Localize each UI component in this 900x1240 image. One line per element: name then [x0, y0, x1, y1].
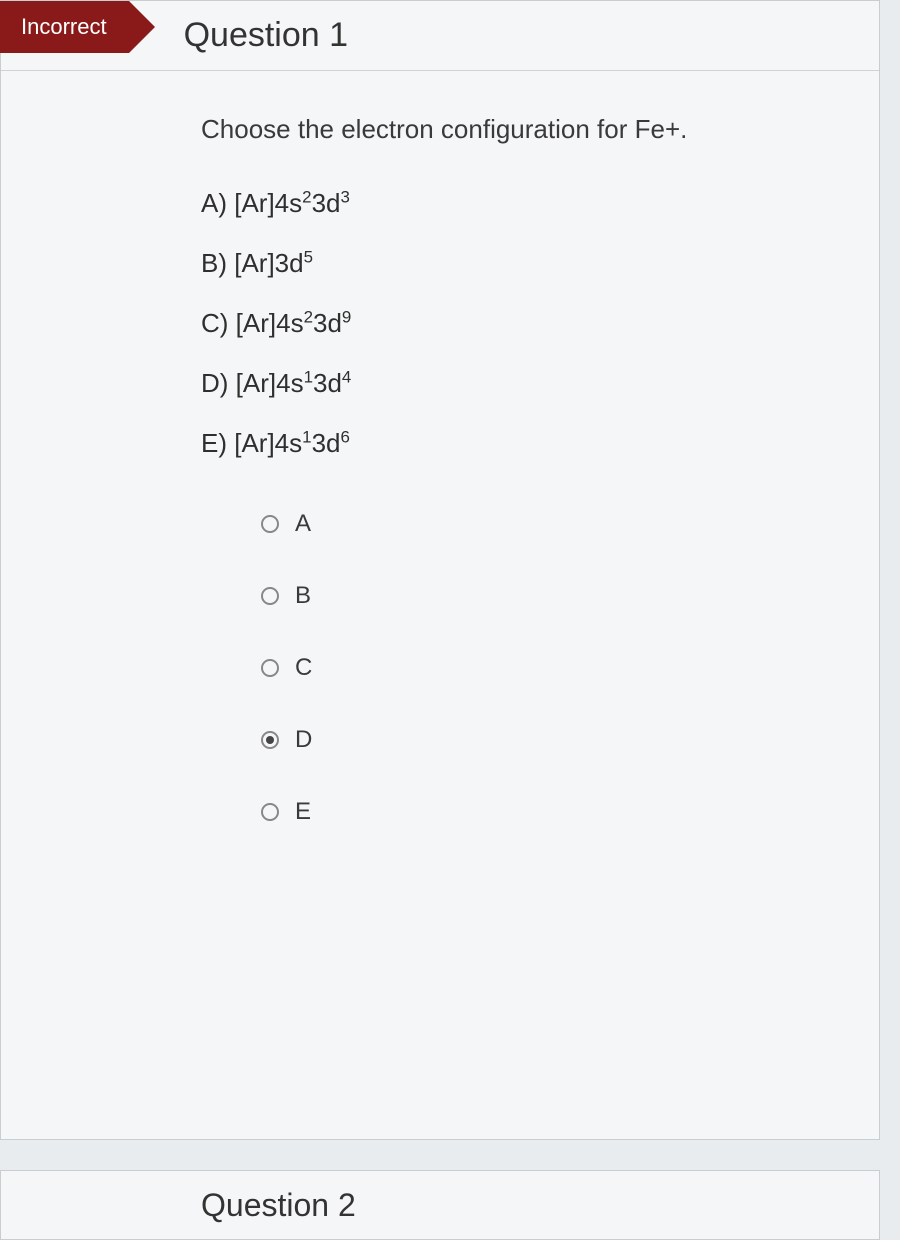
- status-badge: Incorrect: [0, 1, 129, 53]
- option-text-c: C) [Ar]4s23d9: [201, 307, 839, 341]
- question-header: Incorrect Question 1: [1, 1, 879, 71]
- answer-label: D: [295, 726, 312, 754]
- next-question-title: Question 2: [201, 1187, 356, 1224]
- option-config: [Ar]4s13d6: [234, 428, 350, 458]
- option-letter: A): [201, 188, 234, 218]
- answer-label: E: [295, 798, 311, 826]
- option-text-b: B) [Ar]3d5: [201, 247, 839, 281]
- question-body: Choose the electron configuration for Fe…: [1, 71, 879, 900]
- radio-icon[interactable]: [261, 731, 279, 749]
- answer-choice-c[interactable]: C: [261, 654, 839, 682]
- question-title: Question 1: [184, 16, 348, 55]
- answer-label: C: [295, 654, 312, 682]
- option-config: [Ar]4s23d3: [234, 188, 350, 218]
- answer-choice-d[interactable]: D: [261, 726, 839, 754]
- option-letter: C): [201, 308, 236, 338]
- radio-icon[interactable]: [261, 515, 279, 533]
- question-prompt: Choose the electron configuration for Fe…: [201, 111, 839, 147]
- answer-choice-b[interactable]: B: [261, 582, 839, 610]
- radio-icon[interactable]: [261, 659, 279, 677]
- answer-choice-e[interactable]: E: [261, 798, 839, 826]
- question-card: Incorrect Question 1 Choose the electron…: [0, 0, 880, 1140]
- radio-icon[interactable]: [261, 803, 279, 821]
- next-question-card: Question 2: [0, 1170, 880, 1240]
- answer-choice-a[interactable]: A: [261, 510, 839, 538]
- option-text-d: D) [Ar]4s13d4: [201, 367, 839, 401]
- option-config: [Ar]4s23d9: [236, 308, 352, 338]
- option-letter: E): [201, 428, 234, 458]
- answer-label: A: [295, 510, 311, 538]
- option-text-a: A) [Ar]4s23d3: [201, 187, 839, 221]
- status-badge-label: Incorrect: [21, 14, 107, 40]
- option-config: [Ar]4s13d4: [236, 368, 352, 398]
- option-config: [Ar]3d5: [234, 248, 313, 278]
- answer-label: B: [295, 582, 311, 610]
- answer-list: A B C D E: [201, 510, 839, 826]
- radio-icon[interactable]: [261, 587, 279, 605]
- option-text-e: E) [Ar]4s13d6: [201, 427, 839, 461]
- option-letter: D): [201, 368, 236, 398]
- option-letter: B): [201, 248, 234, 278]
